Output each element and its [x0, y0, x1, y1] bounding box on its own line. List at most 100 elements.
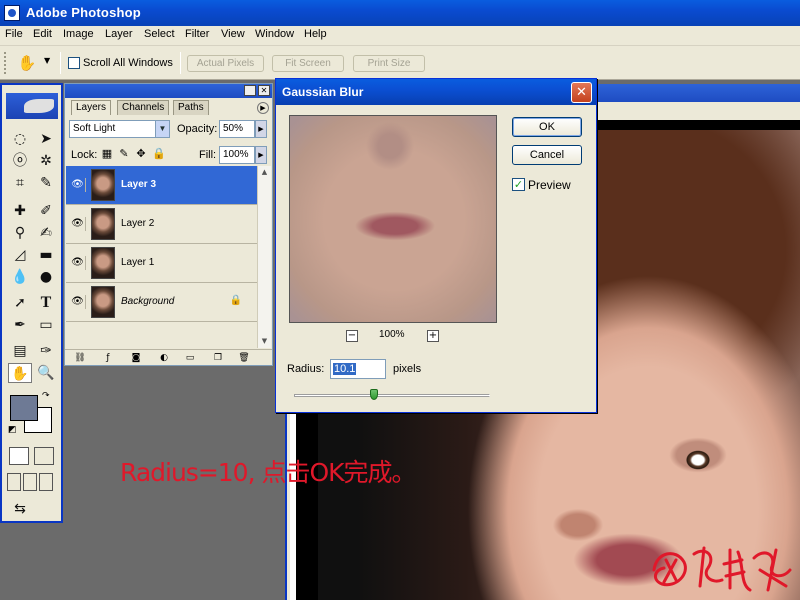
- fill-input[interactable]: 100%: [219, 146, 255, 164]
- swap-colors-icon[interactable]: ↷: [42, 391, 50, 401]
- blur-preview[interactable]: [289, 115, 497, 323]
- zoom-out-icon[interactable]: −: [346, 330, 358, 342]
- link-layers-icon[interactable]: ⛓: [73, 352, 87, 364]
- eye-icon[interactable]: 👁: [70, 256, 86, 270]
- fill-label: Fill:: [199, 149, 217, 161]
- new-layer-icon[interactable]: ❐: [211, 352, 225, 364]
- cancel-button[interactable]: Cancel: [512, 145, 582, 165]
- path-selection-tool-icon[interactable]: ➚: [8, 293, 32, 313]
- menu-view[interactable]: View: [221, 28, 245, 40]
- menu-window[interactable]: Window: [255, 28, 294, 40]
- minimize-icon[interactable]: [244, 85, 256, 96]
- tab-layers[interactable]: Layers: [71, 100, 112, 115]
- layer-row[interactable]: 👁 Layer 2: [66, 205, 258, 244]
- type-tool-icon[interactable]: T: [34, 293, 58, 313]
- print-size-button[interactable]: Print Size: [353, 55, 425, 72]
- options-grip[interactable]: [4, 52, 7, 74]
- hand-tool-icon[interactable]: ✋: [8, 363, 32, 383]
- menu-layer[interactable]: Layer: [105, 28, 133, 40]
- photoshop-logo-icon: [4, 5, 20, 21]
- hand-tool-preset-icon[interactable]: ✋: [16, 53, 38, 73]
- lock-position-icon[interactable]: ✥: [135, 148, 147, 160]
- blur-tool-icon[interactable]: 💧: [8, 267, 32, 287]
- layer-mask-icon[interactable]: ◙: [129, 352, 143, 364]
- notes-tool-icon[interactable]: ▤: [8, 341, 32, 361]
- adjustment-layer-icon[interactable]: ◐: [157, 352, 171, 364]
- layer-row[interactable]: 👁 Layer 3: [66, 166, 258, 205]
- move-tool-icon[interactable]: ➤: [34, 129, 58, 149]
- layer-style-icon[interactable]: ƒ: [101, 352, 115, 364]
- new-group-icon[interactable]: ▭: [183, 352, 197, 364]
- menu-edit[interactable]: Edit: [33, 28, 52, 40]
- blend-mode-select[interactable]: Soft Light ▼: [69, 120, 170, 138]
- foreground-color-swatch[interactable]: [10, 395, 38, 421]
- screen-mode-standard-button[interactable]: [7, 473, 21, 491]
- history-brush-tool-icon[interactable]: ✍: [34, 223, 58, 243]
- slice-tool-icon[interactable]: ✎: [34, 173, 58, 193]
- opacity-slider-arrow-icon[interactable]: ▶: [255, 120, 267, 138]
- menu-help[interactable]: Help: [304, 28, 327, 40]
- dodge-tool-icon[interactable]: ●: [34, 267, 58, 287]
- crop-tool-icon[interactable]: ⌗: [8, 173, 32, 193]
- layer-row[interactable]: 👁 Layer 1: [66, 244, 258, 283]
- layer-row[interactable]: 👁 Background 🔒: [66, 283, 258, 322]
- fill-slider-arrow-icon[interactable]: ▶: [255, 146, 267, 164]
- fit-screen-button[interactable]: Fit Screen: [272, 55, 344, 72]
- eye-icon[interactable]: 👁: [70, 217, 86, 231]
- menu-filter[interactable]: Filter: [185, 28, 209, 40]
- chevron-down-icon[interactable]: ▼: [155, 121, 169, 137]
- radius-input[interactable]: 10.1: [330, 359, 386, 379]
- eyedropper-tool-icon[interactable]: ✑: [34, 341, 58, 361]
- screen-mode-full-menu-button[interactable]: [23, 473, 37, 491]
- preview-checkbox[interactable]: ✓: [512, 178, 525, 191]
- close-icon[interactable]: ✕: [571, 82, 592, 103]
- scroll-down-icon[interactable]: ▼: [258, 335, 271, 348]
- lock-transparency-icon[interactable]: ▦: [101, 148, 113, 160]
- preview-zoom: 100%: [379, 329, 405, 340]
- signature-stamp: [652, 546, 792, 592]
- standard-mode-button[interactable]: [9, 447, 29, 465]
- healing-brush-tool-icon[interactable]: ✚: [8, 201, 32, 221]
- scroll-up-icon[interactable]: ▲: [258, 166, 271, 179]
- layers-palette-titlebar[interactable]: ✕: [65, 84, 272, 98]
- layers-scrollbar[interactable]: ▲ ▼: [257, 166, 271, 348]
- gradient-tool-icon[interactable]: ▬: [34, 245, 58, 265]
- menu-select[interactable]: Select: [144, 28, 175, 40]
- lasso-tool-icon[interactable]: ⓞ: [8, 151, 32, 171]
- dialog-titlebar[interactable]: Gaussian Blur ✕: [276, 79, 596, 105]
- scroll-all-checkbox[interactable]: [68, 57, 80, 69]
- rectangle-tool-icon[interactable]: ▭: [34, 315, 58, 335]
- close-icon[interactable]: ✕: [258, 85, 270, 96]
- layer-name: Layer 1: [121, 257, 155, 268]
- zoom-in-icon[interactable]: +: [427, 330, 439, 342]
- imageready-jump-icon[interactable]: ⇆: [8, 499, 32, 519]
- eye-icon[interactable]: 👁: [70, 295, 86, 309]
- pen-tool-icon[interactable]: ✒: [8, 315, 32, 335]
- tab-channels[interactable]: Channels: [117, 100, 170, 115]
- menu-file[interactable]: File: [5, 28, 23, 40]
- tab-paths[interactable]: Paths: [173, 100, 209, 115]
- quick-mask-mode-button[interactable]: [34, 447, 54, 465]
- clone-stamp-tool-icon[interactable]: ⚲: [8, 223, 32, 243]
- adobe-feather-logo[interactable]: [6, 93, 58, 119]
- actual-pixels-button[interactable]: Actual Pixels: [187, 55, 264, 72]
- ok-button[interactable]: OK: [512, 117, 582, 137]
- lock-icon: 🔒: [229, 295, 242, 306]
- radius-slider-thumb[interactable]: [370, 389, 379, 400]
- eye-icon[interactable]: 👁: [70, 178, 86, 192]
- menu-image[interactable]: Image: [63, 28, 94, 40]
- lock-all-icon[interactable]: 🔒: [152, 148, 166, 160]
- brush-tool-icon[interactable]: ✐: [34, 201, 58, 221]
- zoom-tool-icon[interactable]: 🔍: [34, 363, 58, 383]
- default-colors-icon[interactable]: ◩: [8, 425, 17, 435]
- opacity-input[interactable]: 50%: [219, 120, 255, 138]
- chevron-down-icon[interactable]: ▼: [44, 56, 50, 65]
- marquee-tool-icon[interactable]: ◌: [8, 129, 32, 149]
- magic-wand-tool-icon[interactable]: ✲: [34, 151, 58, 171]
- palette-menu-icon[interactable]: ▶: [257, 102, 269, 114]
- radius-slider[interactable]: [294, 394, 490, 397]
- screen-mode-full-button[interactable]: [39, 473, 53, 491]
- lock-image-icon[interactable]: ✎: [118, 148, 130, 160]
- eraser-tool-icon[interactable]: ◿: [8, 245, 32, 265]
- trash-icon[interactable]: 🗑: [237, 352, 251, 364]
